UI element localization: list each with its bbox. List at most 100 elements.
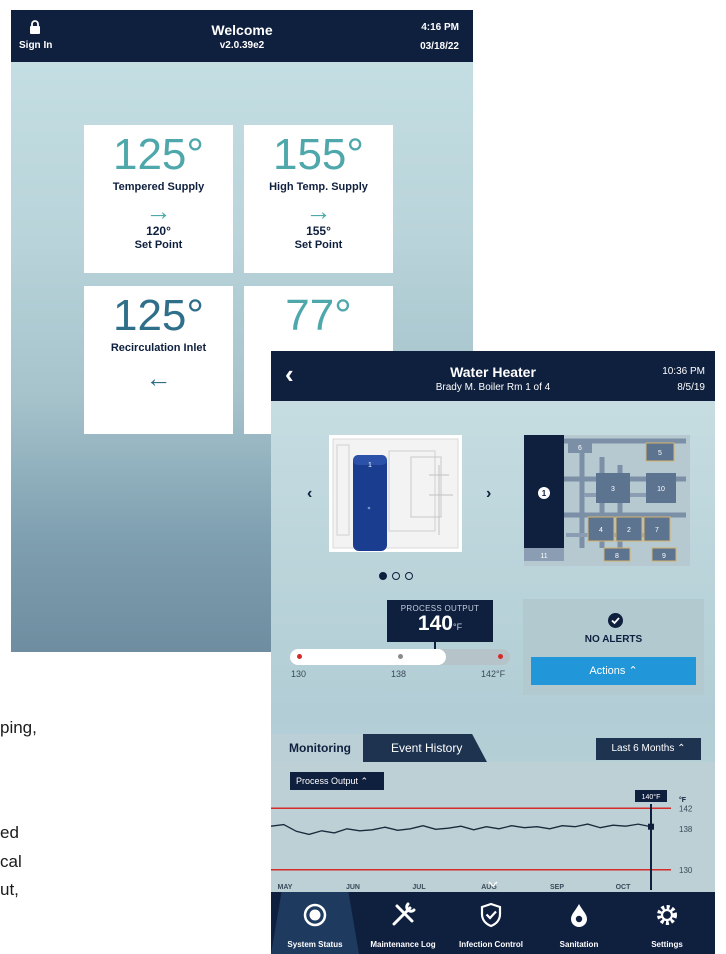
tile-temperature: 155° (272, 130, 364, 179)
background-text-line: cal (0, 852, 22, 871)
bottom-nav: System Status Maintenance Log Infection … (271, 892, 715, 954)
plan-unit-label: 5 (658, 450, 662, 457)
shield-check-icon (480, 902, 502, 928)
plan-unit-label: 3 (611, 486, 615, 493)
process-output-value: 140°F (417, 612, 463, 635)
x-tick-label: OCT (616, 884, 632, 891)
gauge-mid-label: 138 (391, 669, 407, 679)
plan-unit-label: 6 (578, 445, 582, 452)
high-limit-dot (498, 654, 503, 659)
nav-system-status[interactable]: System Status (271, 892, 359, 954)
tile-setpoint: 120° (146, 224, 171, 238)
nav-settings[interactable]: Settings (623, 892, 711, 954)
clock-time: 10:36 PM (662, 366, 705, 377)
screen-title: Water Heater (450, 364, 536, 380)
clock-time: 4:16 PM (421, 22, 459, 33)
tile-setpoint-label: Set Point (294, 239, 343, 251)
tab-event-history[interactable]: Event History (363, 734, 487, 762)
y-tick-label: 142 (679, 804, 693, 813)
tile-setpoint-label: Set Point (134, 239, 183, 251)
target-icon (303, 903, 327, 927)
version-label: v2.0.39e2 (219, 40, 265, 51)
metric-select[interactable]: Process Output ⌃ (290, 772, 384, 790)
background-text-line: ut, (0, 880, 19, 899)
plan-unit-label: 2 (627, 527, 631, 534)
recirculation-inlet-tile[interactable]: 125° Recirculation Inlet ← (84, 286, 233, 434)
tile-label: Tempered Supply (112, 181, 205, 193)
tile-label: Recirculation Inlet (110, 342, 207, 354)
page: ping, ed cal ut, Sign In Welcome v2.0.39… (0, 0, 726, 954)
y-tick-label: 130 (679, 866, 693, 875)
tile-temperature: 77° (285, 291, 352, 340)
boiler-room-plan[interactable]: 1 6 5 3 10 4 2 7 11 8 9 (524, 435, 690, 566)
gauge-min-label: 130 (291, 669, 307, 679)
tile-setpoint: 155° (306, 224, 331, 238)
time-range-select[interactable]: Last 6 Months ⌃ (596, 738, 701, 760)
y-unit-label: °F (679, 796, 687, 804)
welcome-header: Sign In Welcome v2.0.39e2 4:16 PM 03/18/… (11, 10, 473, 62)
prev-chevron-icon[interactable]: ‹ (307, 485, 312, 503)
actions-button[interactable]: Actions ⌃ (531, 657, 696, 685)
x-tick-label: JUN (346, 884, 360, 891)
arrow-right-icon: → (305, 196, 332, 226)
no-alerts-label: NO ALERTS (584, 634, 643, 645)
background-text-line: ed (0, 823, 19, 842)
nav-label: System Status (287, 940, 343, 949)
plan-unit-label: 10 (657, 486, 665, 493)
plan-unit-label: 8 (615, 553, 619, 560)
nav-label: Settings (651, 940, 683, 949)
arrow-left-icon: ← (145, 363, 172, 393)
tab-monitoring[interactable]: Monitoring (271, 734, 363, 762)
nav-label: Infection Control (459, 940, 523, 949)
plan-unit-label: 9 (662, 553, 666, 560)
y-tick-label: 138 (679, 825, 693, 834)
water-heater-screen: ‹ Water Heater Brady M. Boiler Rm 1 of 4… (271, 351, 715, 954)
water-heater-header: ‹ Water Heater Brady M. Boiler Rm 1 of 4… (271, 351, 715, 401)
gauge-max-label: 142°F (481, 669, 506, 679)
low-limit-dot (297, 654, 302, 659)
nav-label: Maintenance Log (370, 940, 436, 949)
plan-unit-label: 7 (655, 527, 659, 534)
cursor-label: 140°F (642, 793, 661, 801)
check-circle-icon (608, 613, 623, 628)
nav-maintenance-log[interactable]: Maintenance Log (359, 892, 447, 954)
nav-sanitation[interactable]: Sanitation (535, 892, 623, 954)
carousel-dot[interactable] (379, 572, 387, 580)
alerts-panel: NO ALERTS Actions ⌃ (523, 599, 704, 695)
process-output-chart[interactable]: 142138130°F140°FMAY JUN JUL AUG SEP OCT (271, 790, 715, 892)
process-output-badge: PROCESS OUTPUT 140°F (387, 600, 493, 642)
gauge-fill (290, 649, 446, 665)
welcome-title: Welcome (211, 22, 273, 38)
carousel-dot[interactable] (392, 572, 400, 580)
tile-temperature: 125° (112, 130, 204, 179)
carousel-dot[interactable] (405, 572, 413, 580)
process-output-gauge (290, 649, 510, 665)
clock-date: 03/18/22 (420, 41, 459, 52)
plan-unit-label: 4 (599, 527, 603, 534)
svg-text:1: 1 (368, 462, 372, 469)
series-line (271, 823, 652, 836)
wrench-icon (392, 902, 416, 926)
carousel-dots (379, 567, 418, 585)
arrow-right-icon: → (145, 196, 172, 226)
tile-label: High Temp. Supply (269, 181, 368, 193)
tile-temperature: 125° (112, 291, 204, 340)
clock-date: 8/5/19 (677, 382, 705, 393)
plan-unit-label: 1 (542, 489, 547, 498)
x-tick-label: JUL (412, 884, 426, 891)
plan-unit-label: 11 (540, 553, 547, 560)
screen-subtitle: Brady M. Boiler Rm 1 of 4 (435, 382, 551, 393)
nav-label: Sanitation (559, 940, 599, 949)
background-text-line: ping, (0, 718, 37, 737)
nav-infection-control[interactable]: Infection Control (447, 892, 535, 954)
water-heater-image: 1 (329, 435, 462, 552)
drop-icon (571, 904, 587, 927)
x-tick-label: MAY (278, 884, 293, 891)
next-chevron-icon[interactable]: › (486, 485, 491, 503)
mid-marker-dot (398, 654, 403, 659)
gear-icon (657, 905, 677, 925)
cursor-point (648, 823, 654, 830)
x-tick-label: SEP (550, 884, 564, 891)
tempered-supply-tile[interactable]: 125° Tempered Supply → 120° Set Point (84, 125, 233, 273)
high-temp-supply-tile[interactable]: 155° High Temp. Supply → 155° Set Point (244, 125, 393, 273)
